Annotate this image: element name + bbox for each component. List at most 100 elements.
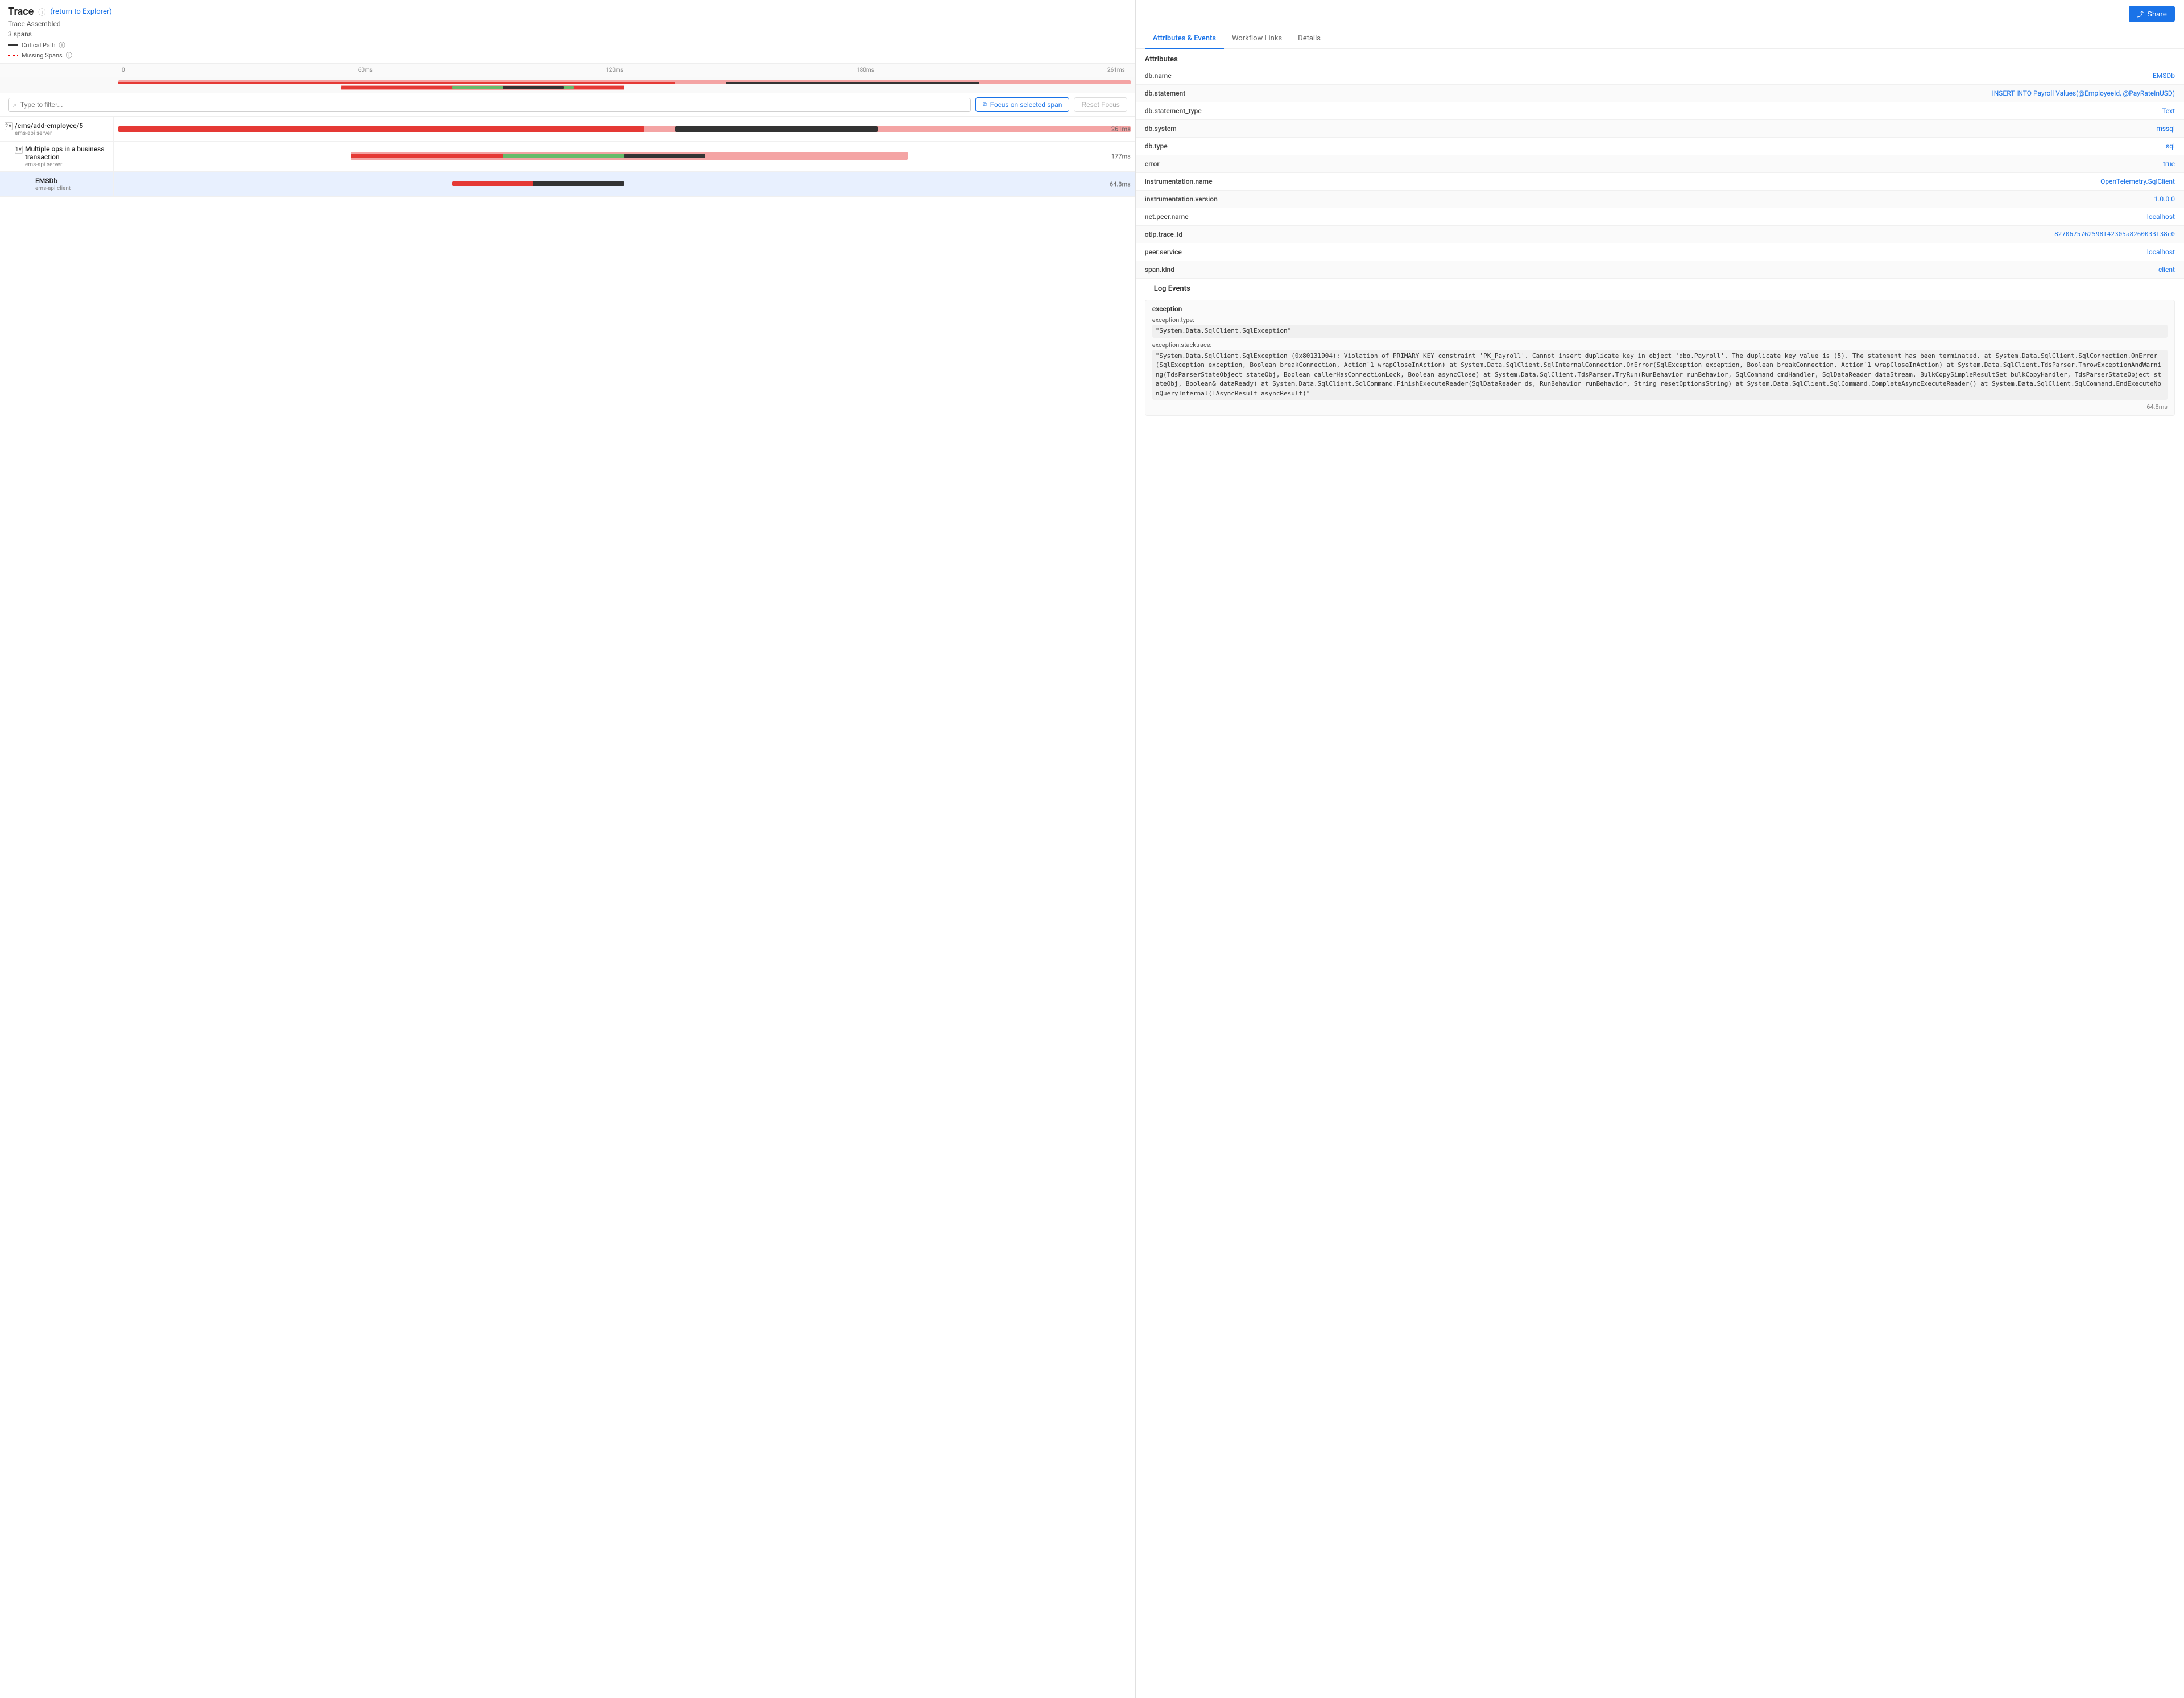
- span-duration-1: 261ms: [1111, 125, 1131, 133]
- tabs: Attributes & Events Workflow Links Detai…: [1136, 28, 2184, 49]
- timeline-header: 0 60ms 120ms 180ms 261ms: [0, 64, 1135, 77]
- minimap-bar-dark: [726, 82, 979, 84]
- tab-attributes-events[interactable]: Attributes & Events: [1145, 28, 1224, 49]
- critical-path-info-icon[interactable]: ⓘ: [59, 40, 65, 49]
- attr-val-dbstatement: INSERT INTO Payroll Values(@EmployeeId, …: [1607, 85, 2184, 102]
- search-icon: ⌕: [13, 101, 17, 109]
- attr-row-traceid: otlp.trace_id 8270675762598f42305a826003…: [1136, 226, 2184, 243]
- timeline-label-261: 261ms: [1107, 67, 1125, 73]
- attr-val-error: true: [1607, 155, 2184, 172]
- tab-details[interactable]: Details: [1290, 28, 1329, 49]
- log-detail-type: exception.type: "System.Data.SqlClient.S…: [1152, 316, 2168, 338]
- span-right-1: 261ms: [114, 117, 1135, 141]
- span-duration-3: 64.8ms: [1110, 180, 1131, 188]
- span-toggle-2[interactable]: 1∨: [15, 146, 23, 154]
- attributes-section-title: Attributes: [1136, 49, 2184, 67]
- attr-key-dbstatementtype: db.statement_type: [1136, 102, 1607, 119]
- attr-row-spankind: span.kind client: [1136, 261, 2184, 279]
- span-bar-1: [118, 120, 1131, 138]
- attr-val-instrversion: 1.0.0.0: [1607, 191, 2184, 208]
- span-right-3: 64.8ms: [114, 172, 1135, 196]
- spans-count: 3 spans: [8, 30, 1127, 38]
- attr-row-instrversion: instrumentation.version 1.0.0.0: [1136, 191, 2184, 208]
- attr-val-peerservice: localhost: [1607, 243, 2184, 261]
- span-indent-1: 2∨ /ems/add-employee/5 ems-api server: [5, 122, 109, 137]
- minimap: [0, 77, 1135, 93]
- span-row-2[interactable]: 1∨ Multiple ops in a business transactio…: [0, 142, 1135, 172]
- attr-key-netpeer: net.peer.name: [1136, 208, 1607, 225]
- attr-row-instrname: instrumentation.name OpenTelemetry.SqlCl…: [1136, 173, 2184, 191]
- timeline-label-60: 60ms: [358, 67, 373, 73]
- timeline-label-0: 0: [122, 67, 125, 73]
- attr-key-error: error: [1136, 155, 1607, 172]
- log-detail-val-type: "System.Data.SqlClient.SqlException": [1152, 325, 2168, 338]
- attr-key-traceid: otlp.trace_id: [1136, 226, 1607, 243]
- attr-val-spankind: client: [1607, 261, 2184, 278]
- right-header: ⤴ Share: [1136, 0, 2184, 28]
- trace-assembled-label: Trace Assembled: [8, 20, 1127, 28]
- attr-row-error: error true: [1136, 155, 2184, 173]
- reset-focus-button[interactable]: Reset Focus: [1074, 97, 1127, 112]
- tab-workflow-links[interactable]: Workflow Links: [1224, 28, 1290, 49]
- span-row-3[interactable]: EMSDb ems-api client 64.8ms: [0, 172, 1135, 197]
- attr-row-dbsystem: db.system mssql: [1136, 120, 2184, 138]
- return-to-explorer-link[interactable]: (return to Explorer): [50, 7, 111, 16]
- attr-val-netpeer: localhost: [1607, 208, 2184, 225]
- log-event-exception: exception exception.type: "System.Data.S…: [1145, 300, 2175, 416]
- focus-icon: ⧉: [983, 101, 987, 109]
- bar-red-1: [118, 126, 644, 132]
- attr-row-dbtype: db.type sql: [1136, 138, 2184, 155]
- attr-key-instrname: instrumentation.name: [1136, 173, 1607, 190]
- log-detail-key-type: exception.type:: [1152, 316, 2168, 324]
- attr-row-dbname: db.name EMSDb: [1136, 67, 2184, 85]
- span-left-2: 1∨ Multiple ops in a business transactio…: [0, 142, 114, 171]
- filter-input-wrap[interactable]: ⌕: [8, 98, 971, 112]
- attr-val-dbname: EMSDb: [1607, 67, 2184, 84]
- attr-key-dbname: db.name: [1136, 67, 1607, 84]
- attributes-table: db.name EMSDb db.statement INSERT INTO P…: [1136, 67, 2184, 279]
- span-bar-container-3: [118, 179, 1131, 190]
- minimap-bar-red: [118, 82, 675, 84]
- missing-spans-info-icon[interactable]: ⓘ: [66, 51, 72, 60]
- filter-input[interactable]: [20, 101, 966, 109]
- page-title: Trace: [8, 6, 34, 18]
- span-name-2: Multiple ops in a business transaction: [25, 145, 109, 161]
- attr-key-instrversion: instrumentation.version: [1136, 191, 1607, 208]
- span-service-1: ems-api server: [15, 130, 83, 137]
- span-name-wrap-3: EMSDb ems-api client: [35, 177, 71, 192]
- span-toggle-1[interactable]: 2∨: [5, 122, 13, 130]
- span-left-3: EMSDb ems-api client: [0, 172, 114, 196]
- attr-row-dbstatementtype: db.statement_type Text: [1136, 102, 2184, 120]
- log-detail-val-stacktrace: "System.Data.SqlClient.SqlException (0x8…: [1152, 350, 2168, 400]
- span-indent-2: 1∨ Multiple ops in a business transactio…: [15, 145, 109, 168]
- right-panel: ⤴ Share Attributes & Events Workflow Lin…: [1136, 0, 2184, 1698]
- bar-dark-2: [624, 154, 705, 158]
- timeline-label-180: 180ms: [857, 67, 874, 73]
- log-timestamp: 64.8ms: [1152, 403, 2168, 411]
- share-button[interactable]: ⤴ Share: [2129, 6, 2175, 22]
- info-icon[interactable]: ⓘ: [38, 6, 46, 17]
- log-detail-stacktrace: exception.stacktrace: "System.Data.SqlCl…: [1152, 341, 2168, 400]
- attr-key-spankind: span.kind: [1136, 261, 1607, 278]
- attr-key-dbtype: db.type: [1136, 138, 1607, 155]
- span-service-2: ems-api server: [25, 162, 109, 168]
- minimap-bar2-dark: [503, 86, 564, 89]
- span-name-wrap-2: Multiple ops in a business transaction e…: [25, 145, 109, 168]
- spans-area: 2∨ /ems/add-employee/5 ems-api server: [0, 117, 1135, 1698]
- bar-dark-1: [675, 126, 878, 132]
- timeline-label-120: 120ms: [606, 67, 623, 73]
- span-bar-container-1: [118, 123, 1131, 135]
- bar-red-3: [452, 181, 533, 186]
- span-name-1: /ems/add-employee/5: [15, 122, 83, 130]
- focus-selected-span-button[interactable]: ⧉ Focus on selected span: [975, 97, 1070, 112]
- span-row[interactable]: 2∨ /ems/add-employee/5 ems-api server: [0, 117, 1135, 142]
- span-bar-container-2: [118, 151, 1131, 162]
- missing-spans-line: [8, 55, 18, 56]
- share-icon: ⤴: [2137, 9, 2144, 19]
- log-event-name: exception: [1152, 305, 2168, 313]
- log-events-title: Log Events: [1145, 279, 2175, 296]
- missing-spans-legend: Missing Spans ⓘ: [8, 51, 1127, 60]
- attr-val-dbtype: sql: [1607, 138, 2184, 155]
- critical-path-legend: Critical Path ⓘ: [8, 40, 1127, 49]
- span-indent-3: EMSDb ems-api client: [25, 177, 109, 192]
